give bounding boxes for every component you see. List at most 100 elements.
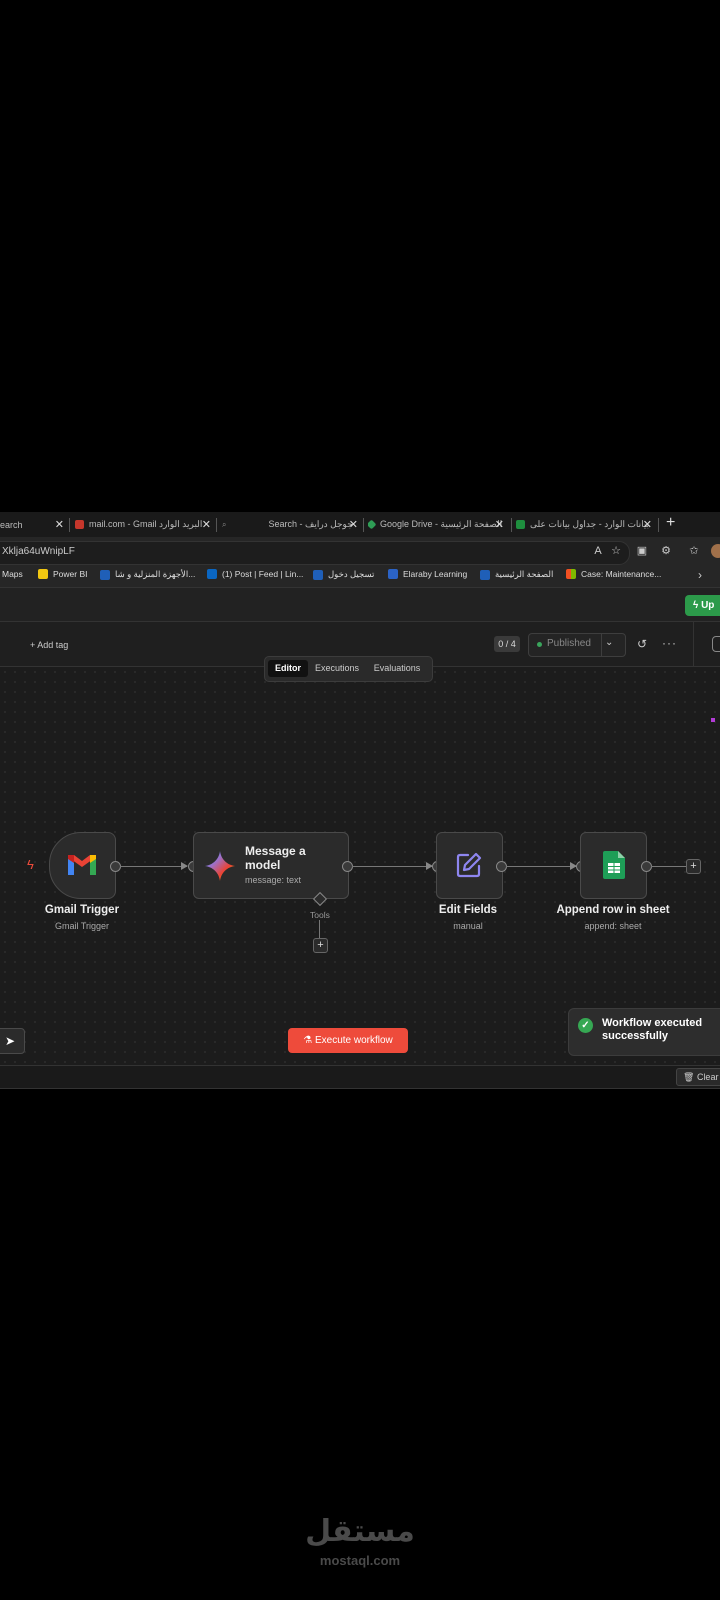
node-append-row[interactable]	[580, 832, 647, 899]
node-edit-fields[interactable]	[436, 832, 503, 899]
trash-icon: 🗑	[683, 1072, 697, 1082]
drive-favicon-icon	[368, 519, 377, 530]
tab-evaluations[interactable]: Evaluations	[367, 660, 427, 677]
tab-label: Google Drive - الصفحة الرئيسية	[380, 519, 503, 529]
clear-button[interactable]: 🗑 Clear	[676, 1068, 720, 1086]
tab-label: بيانات الوارد - جداول بيانات على	[530, 519, 650, 529]
tab-separator	[216, 518, 217, 532]
add-node-button[interactable]: +	[686, 859, 701, 874]
gmail-favicon-icon	[75, 520, 84, 529]
site-icon	[480, 569, 490, 580]
tools-label: Tools	[310, 910, 330, 920]
close-icon[interactable]: ✕	[55, 518, 64, 531]
logs-bar	[0, 1065, 720, 1089]
bookmark-item[interactable]: Power BI	[38, 569, 88, 579]
close-icon[interactable]: ✕	[495, 518, 504, 531]
bookmark-item[interactable]: Elaraby Learning	[388, 569, 467, 579]
marker-dot	[711, 718, 715, 722]
cursor-icon: ➤	[4, 1034, 16, 1048]
search-icon: ⌕	[222, 519, 227, 529]
add-tag-button[interactable]: + Add tag	[30, 640, 68, 650]
bookmark-item[interactable]: الصفحة الرئيسية	[480, 569, 553, 580]
watermark-url: mostaql.com	[319, 1553, 401, 1568]
sheets-icon	[603, 851, 625, 879]
site-icon	[313, 569, 323, 580]
browser-tab-bar: earch ✕ mail.com - Gmail البريد الوارد ✕…	[0, 512, 720, 537]
node-subtitle: message: text	[245, 875, 302, 885]
history-icon[interactable]: ↺	[637, 637, 647, 651]
browser-tab[interactable]: earch ✕	[0, 512, 66, 537]
browser-tab[interactable]: Google Drive - الصفحة الرئيسية ✕	[368, 512, 506, 537]
settings-gear-icon[interactable]: ⚙	[658, 543, 674, 559]
extension-icon[interactable]: ▣	[634, 543, 650, 559]
add-tool-button[interactable]: +	[313, 938, 328, 953]
bookmark-item[interactable]: Case: Maintenance...	[566, 569, 661, 579]
upgrade-button[interactable]: ϟ Up	[685, 595, 720, 616]
tab-separator	[69, 518, 70, 532]
published-label: Published	[547, 638, 591, 649]
close-icon[interactable]: ✕	[202, 518, 211, 531]
version-counter: 0 / 4	[494, 636, 520, 652]
tools-wire	[319, 920, 320, 938]
watermark-logo: مستقل	[305, 1514, 415, 1549]
tab-label: earch	[0, 519, 23, 530]
pointer-tool-button[interactable]: ➤	[0, 1028, 25, 1054]
linkedin-icon	[207, 569, 217, 579]
flask-icon: ⚗	[303, 1035, 315, 1046]
node-title: Edit Fields	[438, 904, 498, 916]
node-subtitle: append: sheet	[584, 921, 642, 931]
tab-separator	[363, 518, 364, 532]
execute-workflow-button[interactable]: ⚗ Execute workflow	[288, 1028, 408, 1053]
sheets-favicon-icon	[516, 520, 525, 529]
trigger-bolt-icon: ϟ	[27, 857, 34, 872]
node-subtitle: Gmail Trigger	[54, 921, 109, 931]
gemini-icon	[205, 851, 235, 881]
browser-tab[interactable]: ⌕ Search - جوجل درايف ✕	[222, 512, 360, 537]
gmail-icon	[68, 855, 96, 875]
bookmark-item[interactable]: الأجهزة المنزلية و شا...	[100, 569, 195, 580]
panel-icon[interactable]	[712, 636, 720, 652]
connection-wire	[120, 866, 187, 867]
site-icon	[100, 569, 110, 580]
close-icon[interactable]: ✕	[349, 518, 358, 531]
close-icon[interactable]: ✕	[643, 518, 652, 531]
bookmark-item[interactable]: (1) Post | Feed | Lin...	[207, 569, 303, 579]
tab-executions[interactable]: Executions	[311, 660, 363, 677]
site-icon	[388, 569, 398, 579]
tab-separator	[658, 518, 659, 532]
read-aloud-icon[interactable]: A	[590, 543, 606, 559]
tab-separator	[511, 518, 512, 532]
divider	[601, 633, 602, 657]
favorite-star-icon[interactable]: ☆	[608, 543, 624, 559]
node-title: Append row in sheet	[556, 904, 670, 916]
browser-tab[interactable]: بيانات الوارد - جداول بيانات على ✕	[516, 512, 654, 537]
check-circle-icon: ✓	[578, 1018, 593, 1033]
status-dot	[537, 642, 542, 647]
url-field[interactable]	[0, 541, 630, 565]
arrow-head-icon	[181, 862, 188, 870]
connection-wire	[651, 866, 686, 867]
edit-icon	[456, 852, 482, 878]
favorites-icon[interactable]: ✩	[686, 543, 702, 559]
bookmark-item[interactable]: تسجيل دخول	[313, 569, 374, 580]
node-gmail-trigger[interactable]	[49, 832, 116, 899]
more-options-icon[interactable]: ···	[662, 636, 677, 650]
toast-message: Workflow executed successfully	[602, 1017, 703, 1042]
tab-label: Search - جوجل درايف	[268, 519, 353, 529]
new-tab-button[interactable]: +	[666, 514, 675, 532]
node-subtitle: manual	[453, 921, 483, 931]
chevron-right-icon[interactable]: ›	[698, 568, 702, 582]
bookmark-item[interactable]: Maps	[2, 569, 23, 579]
tab-label: mail.com - Gmail البريد الوارد	[89, 519, 203, 529]
url-text[interactable]: Xklja64uWnipLF	[2, 546, 75, 557]
node-title: Gmail Trigger	[44, 904, 120, 916]
node-title: Message a model	[245, 844, 306, 872]
bolt-icon: ϟ	[693, 600, 702, 611]
divider	[693, 622, 694, 666]
app-header	[0, 588, 720, 622]
tab-editor[interactable]: Editor	[268, 660, 308, 677]
browser-tab[interactable]: mail.com - Gmail البريد الوارد ✕	[75, 512, 213, 537]
connection-wire	[506, 866, 576, 867]
profile-avatar[interactable]	[711, 544, 720, 558]
chevron-down-icon[interactable]: ⌄	[605, 637, 613, 648]
